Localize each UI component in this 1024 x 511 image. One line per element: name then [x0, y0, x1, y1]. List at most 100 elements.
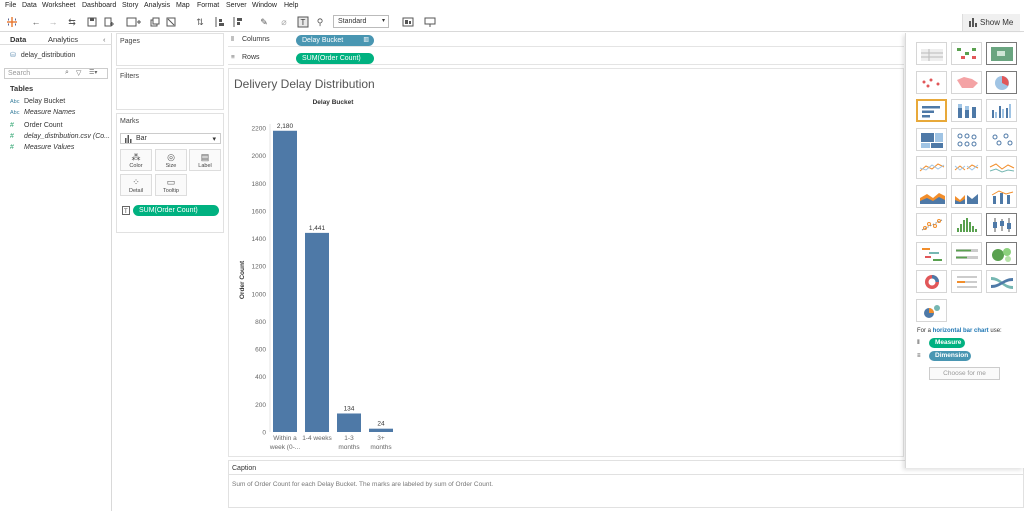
- heat-map-chart[interactable]: [951, 42, 982, 65]
- discrete-line-chart[interactable]: [951, 156, 982, 179]
- sort-descending-icon[interactable]: [231, 16, 243, 28]
- pages-card-title: Pages: [120, 38, 140, 45]
- undo-icon[interactable]: ←: [31, 16, 41, 28]
- datasource-item[interactable]: ⛁ delay_distribution: [10, 51, 75, 59]
- datasource-name: delay_distribution: [20, 52, 76, 59]
- area-continuous-chart[interactable]: [916, 184, 947, 208]
- tableau-logo-icon[interactable]: [6, 16, 18, 28]
- donut-chart[interactable]: [916, 270, 947, 293]
- show-cards-icon[interactable]: [402, 16, 418, 28]
- sankey-thumbnail-icon: [991, 277, 1013, 289]
- menu-item-help[interactable]: Help: [284, 2, 298, 9]
- filters-card[interactable]: Filters: [116, 68, 224, 110]
- menu-item-analysis[interactable]: Analysis: [144, 2, 170, 9]
- highlight-table-chart[interactable]: [986, 42, 1017, 65]
- new-worksheet-icon[interactable]: [126, 16, 144, 28]
- dual-combination-chart[interactable]: [986, 184, 1017, 208]
- mark-button-label: Color: [129, 163, 143, 169]
- pages-card[interactable]: Pages: [116, 33, 224, 66]
- field-item[interactable]: # delay_distribution.csv (Co...: [10, 132, 110, 142]
- bar: [337, 413, 361, 432]
- pie-chart[interactable]: [986, 70, 1017, 94]
- packed-bubbles-chart[interactable]: [986, 241, 1017, 265]
- show-me-button[interactable]: Show Me: [962, 14, 1020, 31]
- filter-icon[interactable]: ▽: [76, 69, 81, 77]
- filled-map-chart[interactable]: [951, 70, 982, 94]
- fit-select[interactable]: Standard ▾: [333, 15, 389, 28]
- gantt-chart[interactable]: [916, 241, 947, 265]
- side-by-side-circles-chart[interactable]: [986, 127, 1017, 151]
- save-icon[interactable]: [87, 16, 97, 28]
- show-mark-labels-icon[interactable]: T: [297, 16, 309, 28]
- marks-pill-sum-order-count[interactable]: SUM(Order Count): [133, 205, 219, 216]
- donut-thumbnail-icon: [925, 275, 939, 289]
- highlight-icon[interactable]: ✎: [256, 16, 272, 28]
- bar-mark-icon: [125, 135, 132, 145]
- size-mark-button[interactable]: ◎ Size: [155, 149, 187, 171]
- side-by-side-bar-chart[interactable]: [986, 99, 1017, 122]
- color-mark-button[interactable]: ⁂ Color: [120, 149, 152, 171]
- dimension-type-icon: Abc: [10, 110, 20, 116]
- dual-line-chart[interactable]: [986, 156, 1017, 179]
- measure-req-icon: ⦀: [917, 340, 920, 346]
- menu-item-dashboard[interactable]: Dashboard: [82, 2, 116, 9]
- fix-axes-icon[interactable]: ⚲: [315, 16, 325, 28]
- histogram-chart[interactable]: [951, 213, 982, 236]
- collapse-pane-icon[interactable]: ‹: [103, 35, 106, 44]
- symbol-map-chart[interactable]: [916, 70, 947, 94]
- menu-item-file[interactable]: File: [5, 2, 16, 9]
- search-input[interactable]: Search: [8, 70, 30, 77]
- bullet-graph-chart[interactable]: [951, 241, 982, 265]
- tooltip-mark-button[interactable]: ▭ Tooltip: [155, 174, 187, 196]
- new-data-source-icon[interactable]: [104, 16, 114, 28]
- scatter-plot-chart[interactable]: [916, 213, 947, 236]
- dimension-type-icon: Abc: [10, 99, 20, 105]
- rows-pill-sum-order-count[interactable]: SUM(Order Count): [296, 53, 374, 64]
- sankey-chart[interactable]: [986, 270, 1017, 293]
- tab-data[interactable]: Data: [10, 35, 26, 44]
- sort-ascending-icon[interactable]: [213, 16, 225, 28]
- group-members-icon[interactable]: ⌀: [277, 16, 291, 28]
- choose-for-me-button[interactable]: Choose for me: [929, 367, 1000, 380]
- text-table-chart[interactable]: [916, 42, 947, 65]
- horizontal-bar-chart[interactable]: [916, 99, 947, 122]
- stacked-bar-chart[interactable]: [951, 99, 982, 122]
- size-icon: ◎: [167, 152, 175, 162]
- view-options-icon[interactable]: ☰▾: [89, 69, 97, 76]
- field-item[interactable]: Abc Measure Names: [10, 108, 75, 118]
- field-item[interactable]: Abc Delay Bucket: [10, 97, 65, 107]
- circle-view-chart[interactable]: [951, 127, 982, 151]
- chevron-down-icon: ▾: [212, 136, 216, 143]
- swap-rows-columns-icon[interactable]: ⇅: [194, 16, 206, 28]
- columns-pill-delay-bucket[interactable]: Delay Bucket ▥: [296, 35, 374, 46]
- continuous-line-chart[interactable]: [916, 156, 947, 179]
- mark-type-select[interactable]: Bar ▾: [120, 133, 221, 144]
- clear-sheet-icon[interactable]: [166, 16, 184, 28]
- search-icon[interactable]: ⌕: [65, 69, 69, 77]
- highlight-table-thumbnail-icon: [991, 47, 1013, 61]
- highlight-list-chart[interactable]: [951, 270, 982, 293]
- data-label: 24: [377, 421, 385, 428]
- detail-mark-button[interactable]: ⁘ Detail: [120, 174, 152, 196]
- box-whisker-chart[interactable]: [986, 213, 1017, 236]
- label-mark-button[interactable]: ▤ Label: [189, 149, 221, 171]
- replace-data-source-icon[interactable]: ⇆: [64, 16, 80, 28]
- tab-analytics[interactable]: Analytics: [48, 35, 78, 44]
- menu-item-map[interactable]: Map: [176, 2, 190, 9]
- dual-line-thumbnail-icon: [989, 163, 1015, 173]
- area-discrete-chart[interactable]: [951, 184, 982, 208]
- menu-item-worksheet[interactable]: Worksheet: [42, 2, 75, 9]
- scatter-pie-chart[interactable]: [916, 298, 947, 322]
- menu-item-data[interactable]: Data: [22, 2, 37, 9]
- menu-item-window[interactable]: Window: [252, 2, 277, 9]
- menu-item-format[interactable]: Format: [197, 2, 219, 9]
- menu-item-story[interactable]: Story: [122, 2, 138, 9]
- redo-icon[interactable]: →: [48, 16, 58, 28]
- menu-item-server[interactable]: Server: [226, 2, 247, 9]
- presentation-mode-icon[interactable]: [424, 16, 436, 28]
- duplicate-sheet-icon[interactable]: [150, 16, 160, 28]
- treemap-chart[interactable]: [916, 127, 947, 151]
- column-header: Delay Bucket: [313, 99, 355, 106]
- field-item[interactable]: # Measure Values: [10, 143, 74, 153]
- field-item[interactable]: # Order Count: [10, 121, 63, 131]
